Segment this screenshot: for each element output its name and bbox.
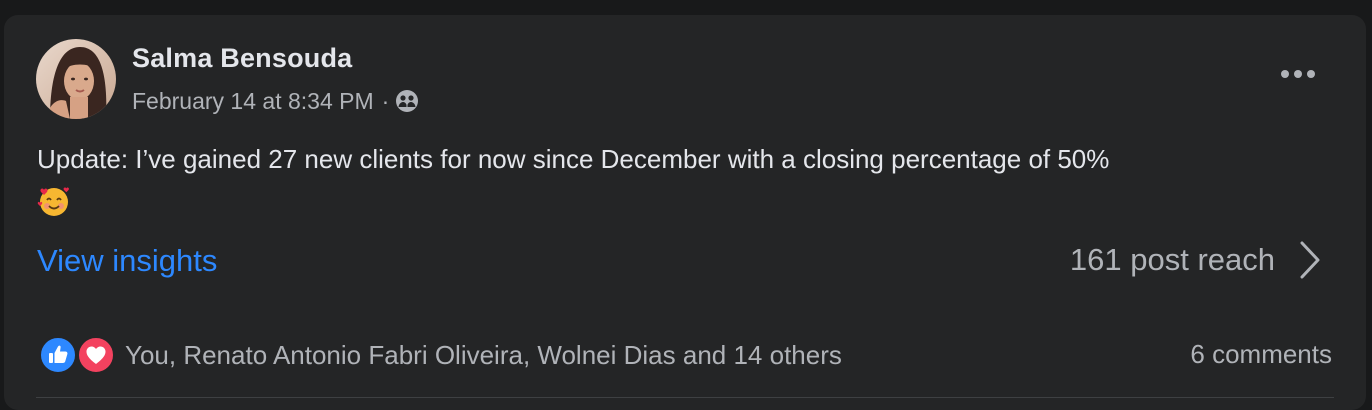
comments-count-link[interactable]: 6 comments [1190,339,1332,370]
author-avatar[interactable] [36,39,116,119]
post-meta: February 14 at 8:34 PM · [132,85,419,117]
chevron-right-icon [1300,241,1320,279]
post-reach-button[interactable]: 161 post reach [1070,239,1323,281]
more-options-icon [1281,70,1315,78]
friends-icon[interactable] [395,89,419,113]
meta-separator: · [381,87,390,114]
author-name[interactable]: Salma Bensouda [132,43,352,74]
view-insights-link[interactable]: View insights [37,243,217,279]
post-body: Update: I’ve gained 27 new clients for n… [37,138,1337,218]
like-icon [39,336,77,374]
avatar-photo [36,39,116,119]
more-options-button[interactable] [1276,57,1320,91]
reactions-summary[interactable]: You, Renato Antonio Fabri Oliveira, Woln… [39,336,842,374]
reaction-icons [39,336,117,374]
love-icon [77,336,115,374]
reactors-text: You, Renato Antonio Fabri Oliveira, Woln… [125,339,842,370]
post-reach-text: 161 post reach [1069,242,1275,277]
divider [36,397,1334,398]
smiling-face-with-hearts-icon [37,187,69,216]
post-text: Update: I’ve gained 27 new clients for n… [37,144,1110,174]
post-card: Salma Bensouda February 14 at 8:34 PM · … [4,15,1366,410]
post-timestamp[interactable]: February 14 at 8:34 PM [132,88,374,115]
